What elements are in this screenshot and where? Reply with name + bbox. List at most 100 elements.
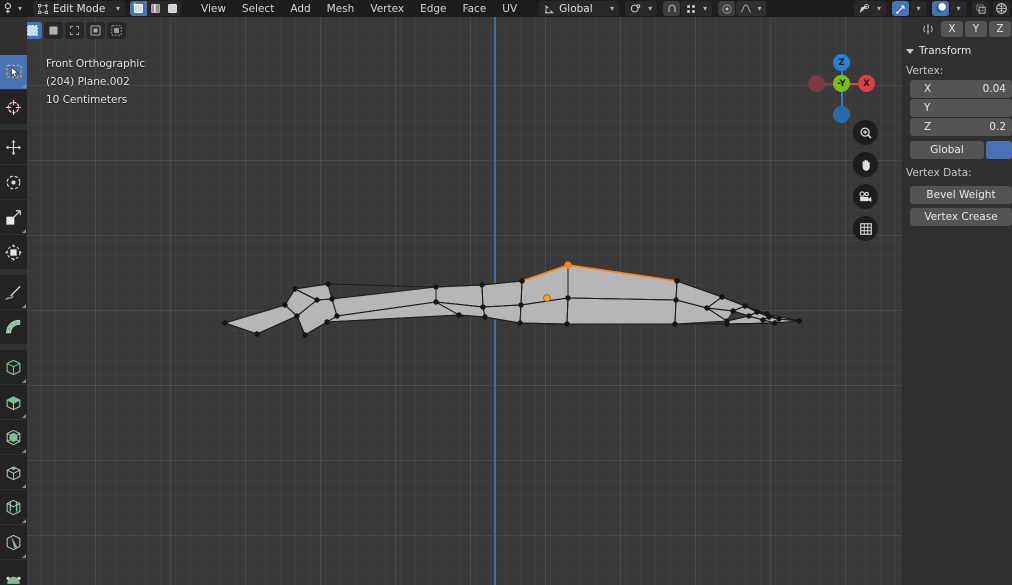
mesh-select-mode-group xyxy=(130,1,181,16)
tool-expand-corner xyxy=(22,379,26,383)
snap-magnet-icon xyxy=(667,4,676,12)
knife-tool[interactable] xyxy=(0,525,27,560)
overlay-options-dropdown[interactable]: ▾ xyxy=(950,1,967,16)
vertex-x-value: 0.04 xyxy=(982,83,1006,95)
rotate-tool[interactable] xyxy=(0,165,27,200)
visibility-selector[interactable]: ▾ xyxy=(854,1,887,16)
vertex-x-field[interactable]: X 0.04 xyxy=(910,80,1012,98)
sidebar-axis-y-button[interactable]: Y xyxy=(965,21,987,37)
proportional-falloff-icon xyxy=(740,4,752,13)
pivot-point-selector[interactable]: ▾ xyxy=(625,1,658,16)
annotate-tool[interactable] xyxy=(0,275,27,310)
vertex-z-label: Z xyxy=(924,121,932,133)
menu-view[interactable]: View xyxy=(193,0,234,17)
object-origin-marker xyxy=(543,294,551,302)
show-overlays-button[interactable] xyxy=(932,1,949,16)
pivot-point-icon xyxy=(630,4,641,13)
viewport-shading-button[interactable] xyxy=(993,1,1010,16)
transform-orientation-selector[interactable]: Global ▾ xyxy=(539,1,620,16)
menu-mesh[interactable]: Mesh xyxy=(319,0,363,17)
edge-select-mode-button[interactable] xyxy=(147,1,164,16)
transform-gizmo-icon[interactable] xyxy=(917,21,939,37)
face-select-mode-button[interactable] xyxy=(164,1,181,16)
menu-uv[interactable]: UV xyxy=(494,0,525,17)
menu-face[interactable]: Face xyxy=(455,0,495,17)
show-gizmo-button[interactable] xyxy=(892,1,909,16)
bevel-icon xyxy=(6,465,21,480)
extrude-region-tool[interactable] xyxy=(0,385,27,420)
topbar: ▾ Edit Mode ▾ View Select Add Mesh Verte… xyxy=(0,0,1012,17)
editor-type-icon xyxy=(4,2,12,14)
local-button[interactable] xyxy=(986,141,1012,159)
vertex-data-label: Vertex Data: xyxy=(906,167,972,179)
vertex-section-label: Vertex: xyxy=(906,65,944,77)
snap-target-selector[interactable]: ▾ xyxy=(681,1,713,16)
snap-toggle-button[interactable] xyxy=(663,1,681,16)
toggle-xray-button[interactable] xyxy=(972,1,989,16)
3d-viewport[interactable]: Front Orthographic (204) Plane.002 10 Ce… xyxy=(27,17,902,585)
vertex-crease-button[interactable]: Vertex Crease xyxy=(910,208,1012,226)
poly-build-tool[interactable] xyxy=(0,560,27,585)
inset-faces-tool[interactable] xyxy=(0,420,27,455)
sidebar-axis-z-button[interactable]: Z xyxy=(989,21,1011,37)
mode-selector[interactable]: Edit Mode ▾ xyxy=(33,1,125,16)
mesh-object[interactable] xyxy=(27,17,902,585)
extrude-region-icon xyxy=(6,395,21,410)
transform-tool[interactable] xyxy=(0,235,27,270)
vertex-z-field[interactable]: Z 0.2 xyxy=(910,118,1012,136)
sidebar-axis-x-button[interactable]: X xyxy=(941,21,963,37)
tool-expand-corner xyxy=(22,519,26,523)
menu-select[interactable]: Select xyxy=(234,0,282,17)
proportional-edit-icon xyxy=(722,3,732,14)
visibility-selector-icon xyxy=(859,3,870,13)
tool-expand-corner xyxy=(22,304,26,308)
add-cube-icon xyxy=(6,359,21,375)
vertex-y-label: Y xyxy=(924,102,931,114)
transform-panel-header[interactable]: Transform xyxy=(902,41,1012,61)
menu-add[interactable]: Add xyxy=(282,0,318,17)
tool-expand-corner xyxy=(22,484,26,488)
loop-cut-icon xyxy=(6,499,21,515)
scale-tool[interactable] xyxy=(0,200,27,235)
loop-cut-tool[interactable] xyxy=(0,490,27,525)
orientation-icon xyxy=(545,4,554,14)
tweak-tool[interactable] xyxy=(0,55,27,90)
tool-expand-corner xyxy=(22,229,26,233)
viewport-shading-icon xyxy=(996,3,1007,14)
menu-edge[interactable]: Edge xyxy=(412,0,454,17)
proportional-falloff-selector[interactable]: ▾ xyxy=(736,1,767,16)
show-gizmo-icon xyxy=(895,4,905,14)
cursor-arrow-icon xyxy=(5,64,22,78)
move-icon xyxy=(5,139,22,155)
chevron-down-icon: ▾ xyxy=(703,4,708,13)
global-button[interactable]: Global xyxy=(910,141,984,159)
mesh-faces xyxy=(223,264,800,336)
bevel-tool[interactable] xyxy=(0,455,27,490)
tool-expand-corner xyxy=(22,554,26,558)
rotate-icon xyxy=(6,175,21,189)
menu-vertex[interactable]: Vertex xyxy=(362,0,412,17)
vertex-x-label: X xyxy=(924,83,932,95)
add-cube-tool[interactable] xyxy=(0,350,27,385)
annotate-pencil-icon xyxy=(5,284,22,300)
move-tool[interactable] xyxy=(0,130,27,165)
cursor-tool[interactable] xyxy=(0,90,27,125)
chevron-down-icon: ▾ xyxy=(757,4,762,13)
orientation-label: Global xyxy=(559,2,593,15)
tool-expand-corner xyxy=(22,449,26,453)
tool-expand-corner xyxy=(22,414,26,418)
chevron-down-icon: ▾ xyxy=(648,4,653,13)
scale-icon xyxy=(6,209,21,225)
measure-tool[interactable] xyxy=(0,310,27,345)
editor-type-selector[interactable]: ▾ xyxy=(0,0,24,17)
vertex-y-field[interactable]: Y xyxy=(910,99,1012,117)
3d-cursor-icon xyxy=(5,99,22,115)
transform-icon xyxy=(5,243,22,261)
chevron-down-icon xyxy=(906,48,914,54)
proportional-edit-button[interactable] xyxy=(718,1,736,16)
gizmo-options-dropdown[interactable]: ▾ xyxy=(910,1,927,16)
bevel-weight-button[interactable]: Bevel Weight xyxy=(910,186,1012,204)
vertex-icon xyxy=(133,3,143,13)
chevron-down-icon: ▾ xyxy=(956,4,961,13)
vertex-select-mode-button[interactable] xyxy=(130,1,147,16)
